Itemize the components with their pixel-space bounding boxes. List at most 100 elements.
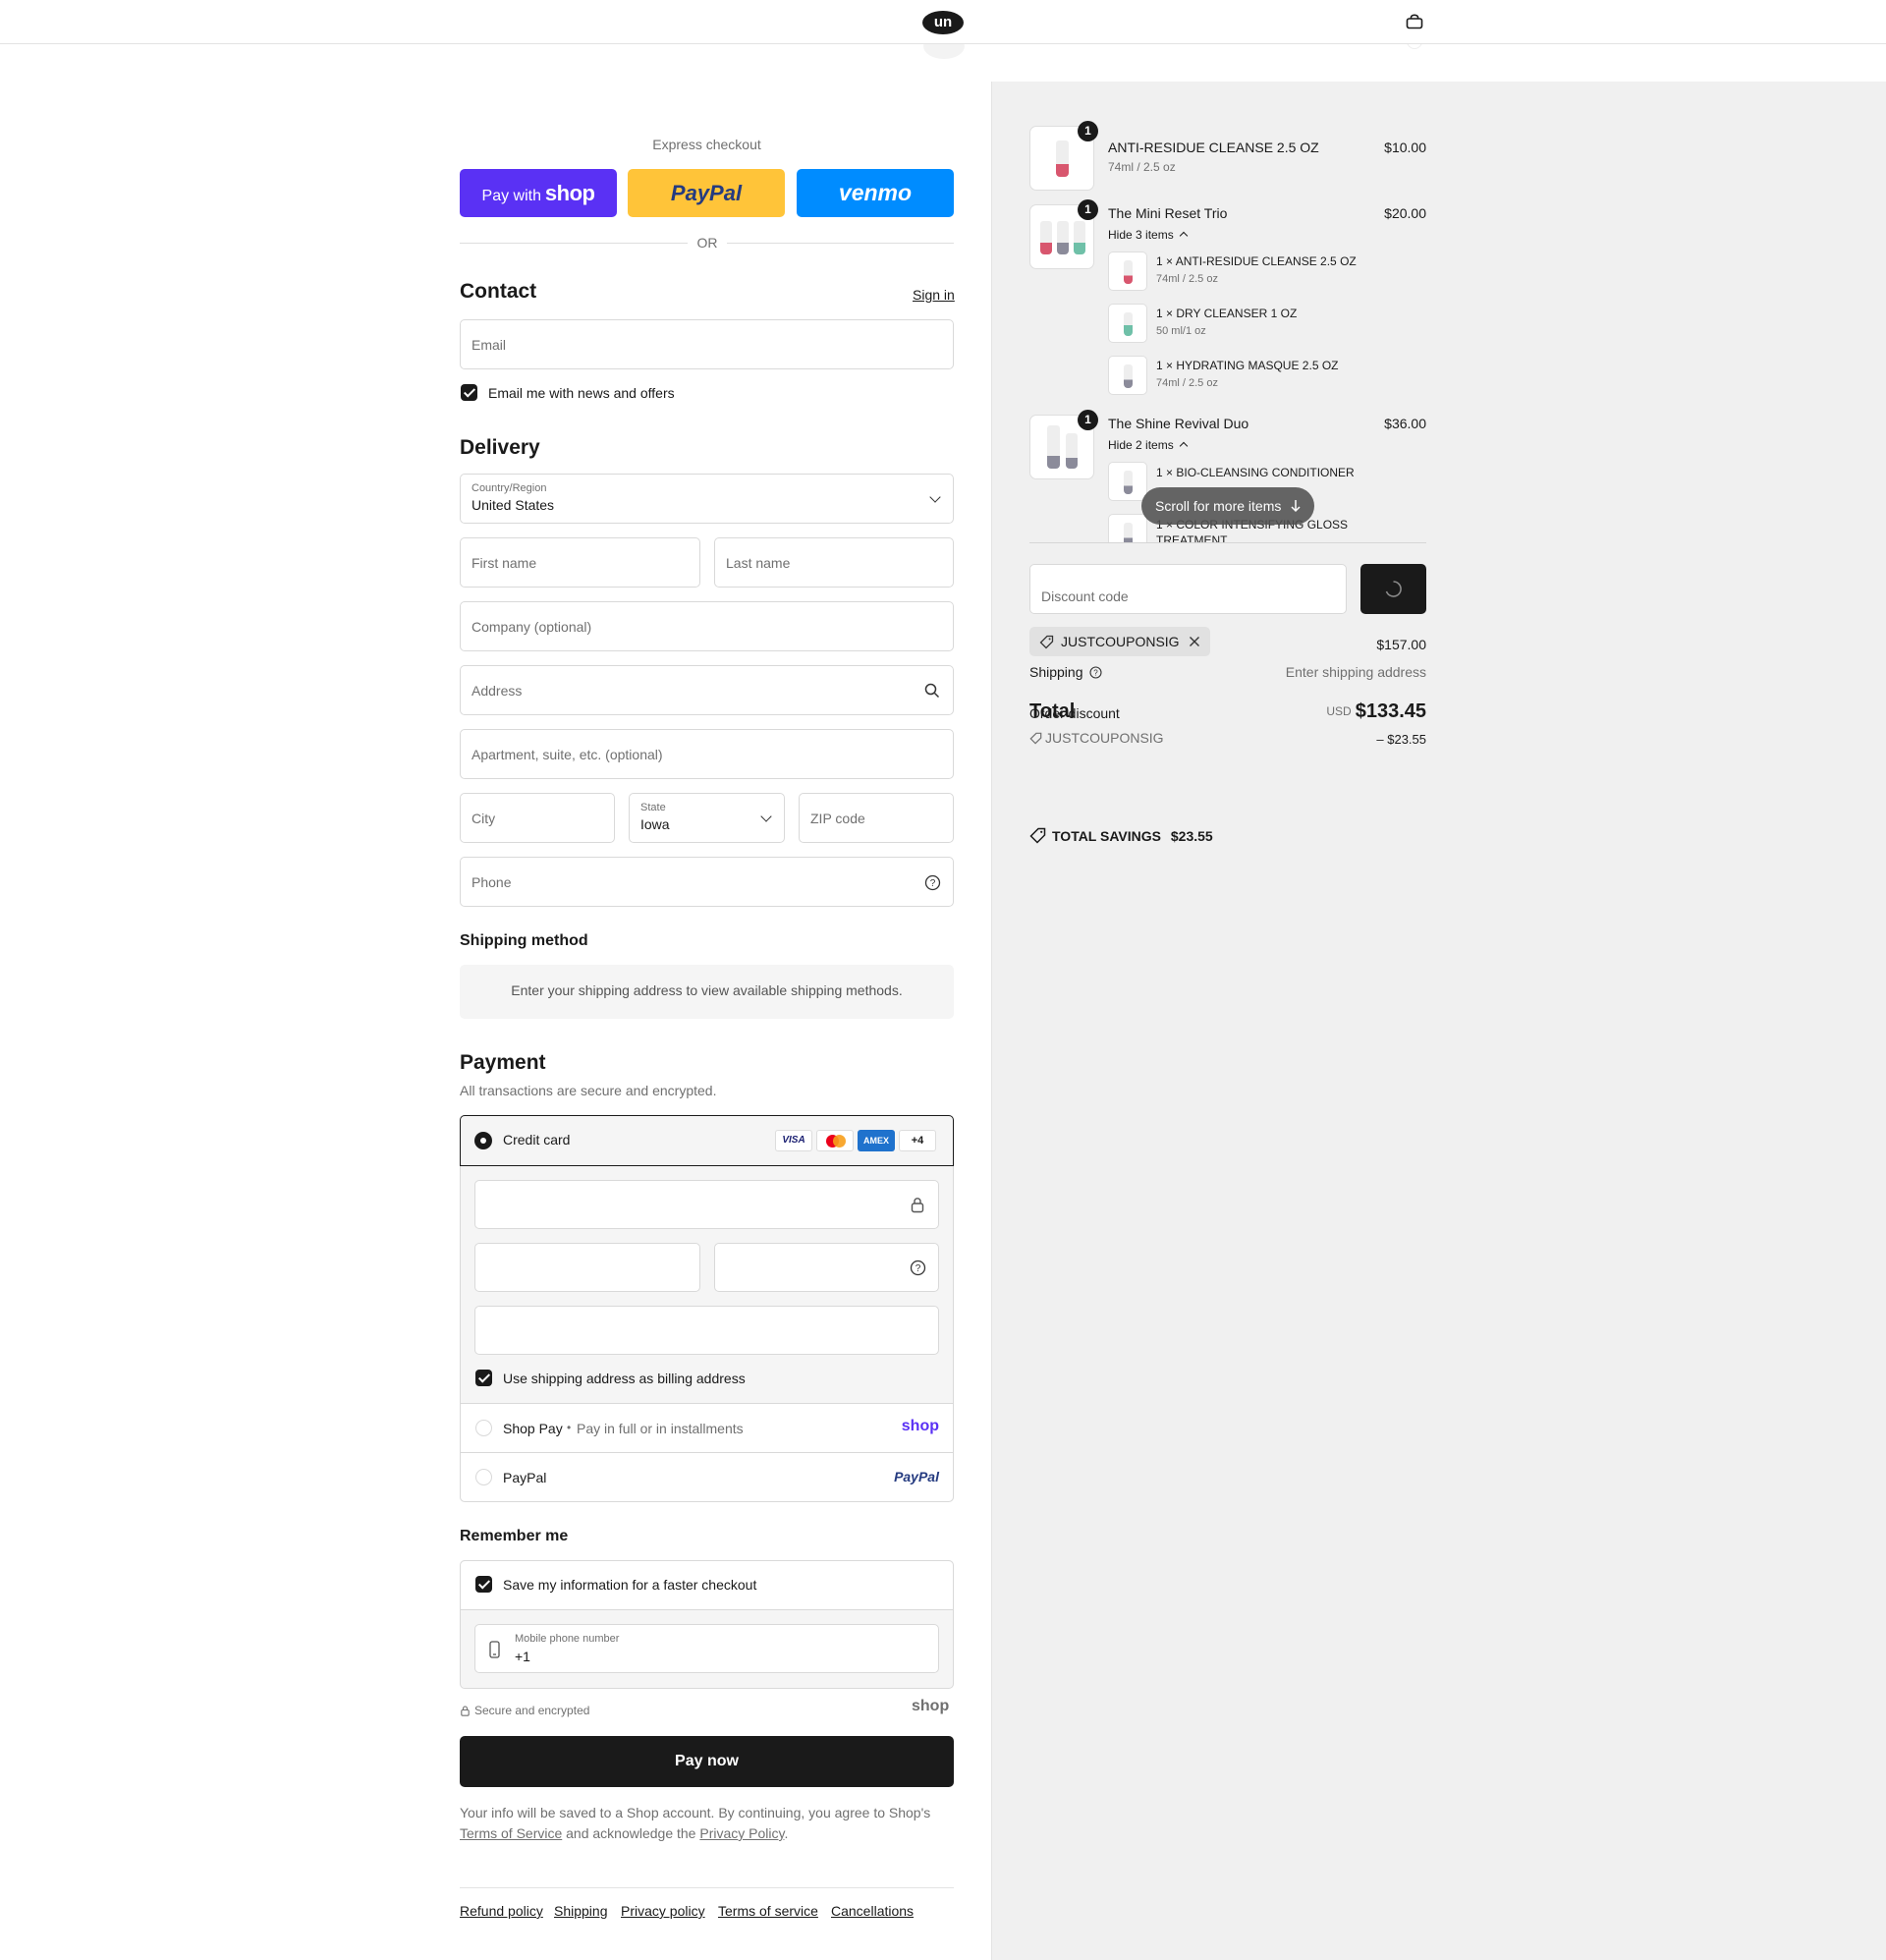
phone-field[interactable]: Phone ? xyxy=(460,857,954,907)
sub-item-image xyxy=(1108,514,1147,542)
expiration-date-field[interactable] xyxy=(474,1243,700,1292)
news-checkbox[interactable] xyxy=(461,384,477,401)
quantity-badge: 1 xyxy=(1078,121,1098,141)
chevron-down-icon xyxy=(929,490,941,503)
email-field[interactable]: Email xyxy=(460,319,954,369)
arrow-down-icon xyxy=(1291,500,1301,513)
bottle-shape xyxy=(1056,140,1069,177)
delivery-heading: Delivery xyxy=(460,436,540,459)
billing-address-checkbox[interactable] xyxy=(475,1370,492,1386)
zip-placeholder: ZIP code xyxy=(810,810,865,826)
order-discount-code-text: JUSTCOUPONSIG xyxy=(1045,730,1164,746)
secure-encrypted-label: Secure and encrypted xyxy=(474,1704,590,1717)
hide-items-toggle[interactable]: Hide 2 items xyxy=(1108,438,1189,452)
apply-discount-button[interactable] xyxy=(1360,564,1426,614)
last-name-placeholder: Last name xyxy=(726,554,791,571)
paypal-button[interactable]: PayPal xyxy=(628,169,785,217)
or-divider-label: OR xyxy=(696,235,718,251)
brand-logo[interactable]: un xyxy=(922,11,964,34)
total-savings-label: TOTAL SAVINGS xyxy=(1052,828,1161,844)
shipping-method-heading: Shipping method xyxy=(460,932,588,949)
sub-item-image xyxy=(1108,252,1147,291)
paypal-radio[interactable] xyxy=(475,1469,492,1485)
total-value: $133.45 xyxy=(1355,700,1426,722)
paypal-option[interactable]: PayPal PayPal xyxy=(461,1452,953,1501)
shop-logo: shop xyxy=(912,1698,950,1714)
pay-now-button[interactable]: Pay now xyxy=(460,1736,954,1787)
shipping-label-text: Shipping xyxy=(1029,664,1083,680)
city-placeholder: City xyxy=(472,810,496,826)
email-placeholder: Email xyxy=(472,336,507,353)
state-label: State xyxy=(640,802,666,813)
venmo-button[interactable]: venmo xyxy=(797,169,954,217)
paypal-option-label: PayPal xyxy=(503,1470,547,1485)
consent-text: Your info will be saved to a Shop accoun… xyxy=(460,1805,931,1820)
shipping-policy-link[interactable]: Shipping xyxy=(554,1903,608,1919)
amex-icon: AMEX xyxy=(858,1130,895,1151)
tag-icon xyxy=(1029,732,1042,745)
apartment-placeholder: Apartment, suite, etc. (optional) xyxy=(472,746,663,762)
privacy-policy-footer-link[interactable]: Privacy policy xyxy=(621,1903,705,1919)
help-icon[interactable]: ? xyxy=(924,874,941,891)
refund-policy-link[interactable]: Refund policy xyxy=(460,1903,543,1919)
scroll-more-items-button[interactable]: Scroll for more items xyxy=(1141,487,1314,525)
help-icon[interactable]: ? xyxy=(910,1260,926,1276)
hide-items-toggle[interactable]: Hide 3 items xyxy=(1108,228,1189,242)
shipping-method-notice: Enter your shipping address to view avai… xyxy=(511,982,903,998)
hide-items-label: Hide 2 items xyxy=(1108,438,1174,452)
item-title: The Shine Revival Duo xyxy=(1108,416,1249,431)
mobile-phone-label: Mobile phone number xyxy=(515,1633,620,1645)
sub-item-name: 1 × HYDRATING MASQUE 2.5 OZ xyxy=(1156,359,1339,372)
privacy-policy-link[interactable]: Privacy Policy xyxy=(699,1825,784,1841)
shop-pay-radio[interactable] xyxy=(475,1420,492,1436)
credit-card-label: Credit card xyxy=(503,1132,571,1148)
address-field[interactable]: Address xyxy=(460,665,954,715)
cancellations-link[interactable]: Cancellations xyxy=(831,1903,914,1919)
state-select[interactable]: State Iowa xyxy=(629,793,785,843)
sign-in-link[interactable]: Sign in xyxy=(913,287,955,303)
company-placeholder: Company (optional) xyxy=(472,618,592,635)
discount-code-field[interactable]: Discount code xyxy=(1029,564,1347,614)
card-number-field[interactable] xyxy=(474,1180,939,1229)
shop-pay-button[interactable]: Pay with shop xyxy=(460,169,617,217)
name-on-card-field[interactable] xyxy=(474,1306,939,1355)
shop-pay-prefix: Pay with xyxy=(481,188,541,204)
terms-of-service-footer-link[interactable]: Terms of service xyxy=(718,1903,818,1919)
currency-label: USD xyxy=(1326,704,1352,718)
order-discount-code: JUSTCOUPONSIG xyxy=(1029,730,1164,746)
total-savings: TOTAL SAVINGS $23.55 xyxy=(1029,827,1213,844)
help-icon[interactable]: ? xyxy=(1089,666,1102,679)
zip-field[interactable]: ZIP code xyxy=(799,793,954,843)
shop-pay-option[interactable]: Shop Pay • Pay in full or in installment… xyxy=(461,1403,953,1452)
total-savings-value: $23.55 xyxy=(1170,828,1213,844)
mobile-phone-icon xyxy=(489,1641,500,1658)
apartment-field[interactable]: Apartment, suite, etc. (optional) xyxy=(460,729,954,779)
total-row: USD $133.45 xyxy=(1267,700,1426,723)
city-field[interactable]: City xyxy=(460,793,615,843)
item-title: The Mini Reset Trio xyxy=(1108,205,1228,221)
news-checkbox-label: Email me with news and offers xyxy=(488,385,675,401)
terms-of-service-link[interactable]: Terms of Service xyxy=(460,1825,562,1841)
shopping-bag-icon[interactable] xyxy=(1406,14,1423,29)
save-info-checkbox[interactable] xyxy=(475,1576,492,1593)
divider-left xyxy=(460,243,688,244)
item-price: $20.00 xyxy=(1384,205,1426,221)
company-field[interactable]: Company (optional) xyxy=(460,601,954,651)
subtotal-value: $157.00 xyxy=(1376,637,1426,652)
first-name-field[interactable]: First name xyxy=(460,537,700,588)
svg-text:?: ? xyxy=(915,1263,921,1274)
security-code-field[interactable]: ? xyxy=(714,1243,939,1292)
credit-card-option[interactable]: Credit card VISA AMEX +4 xyxy=(460,1115,954,1166)
sub-item-variant: 74ml / 2.5 oz xyxy=(1156,273,1218,285)
remove-discount-icon[interactable] xyxy=(1189,636,1200,647)
remember-me-heading: Remember me xyxy=(460,1528,569,1544)
credit-card-radio[interactable] xyxy=(474,1132,492,1149)
state-value: Iowa xyxy=(640,816,670,832)
country-select[interactable]: Country/Region United States xyxy=(460,474,954,524)
paypal-option-logo: PayPal xyxy=(894,1469,939,1484)
last-name-field[interactable]: Last name xyxy=(714,537,954,588)
divider-right xyxy=(727,243,954,244)
mobile-phone-field[interactable]: Mobile phone number +1 xyxy=(474,1624,939,1673)
shop-pay-description: Pay in full or in installments xyxy=(577,1421,744,1436)
svg-text:?: ? xyxy=(1094,669,1099,678)
